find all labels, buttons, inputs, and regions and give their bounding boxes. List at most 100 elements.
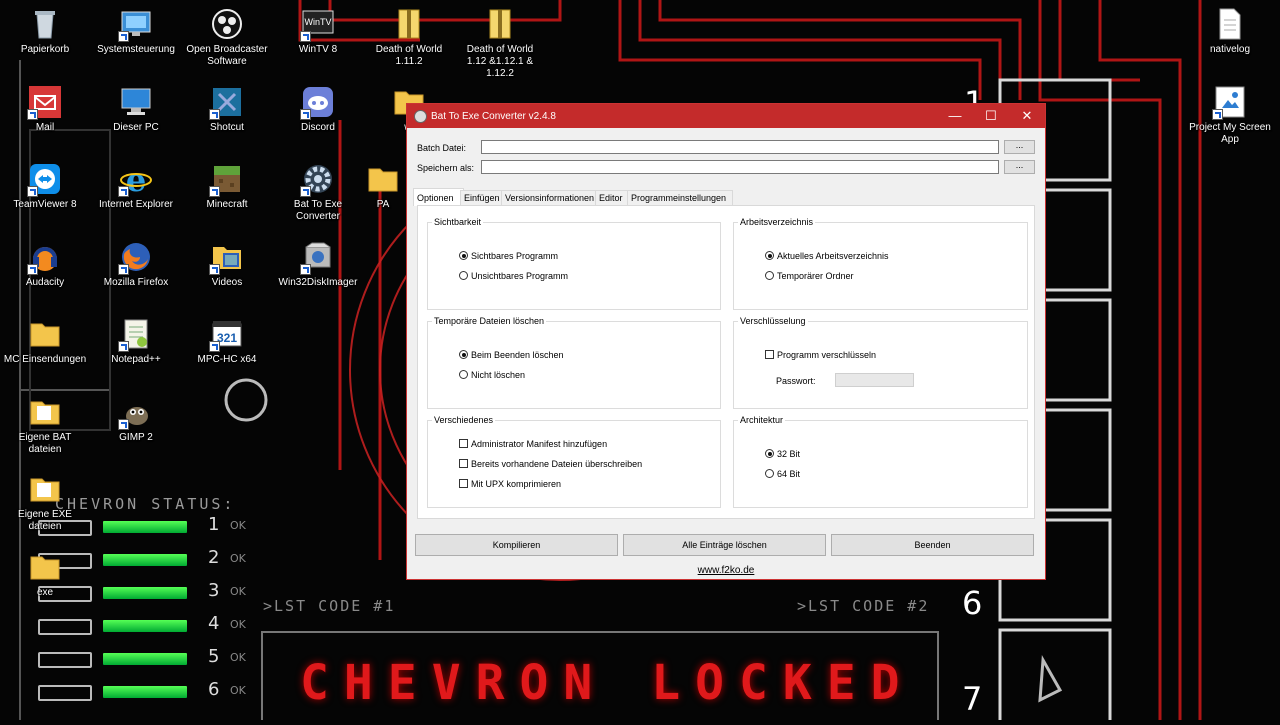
desktop-icon-audacity[interactable]: Audacity xyxy=(2,241,88,289)
maximize-button[interactable]: ☐ xyxy=(973,104,1009,128)
batch-file-label: Batch Datei: xyxy=(417,143,467,153)
shotcut-icon xyxy=(209,86,243,120)
window-title: Bat To Exe Converter v2.4.8 xyxy=(431,111,556,122)
group-title: Sichtbarkeit xyxy=(432,217,484,227)
svg-text:321: 321 xyxy=(217,331,237,345)
group-title: Verschlüsselung xyxy=(738,316,808,326)
desktop-icon-win32diskimager[interactable]: Win32DiskImager xyxy=(275,241,361,289)
website-link[interactable]: www.f2ko.de xyxy=(407,565,1045,576)
desktop-icon-exe[interactable]: exe xyxy=(2,551,88,599)
desktop-icon-firefox[interactable]: Mozilla Firefox xyxy=(93,241,179,289)
teamviewer-icon xyxy=(27,163,61,197)
desktop-icon-internet-explorer[interactable]: e Internet Explorer xyxy=(93,161,179,211)
desktop-icon-mail[interactable]: Mail xyxy=(2,86,88,134)
archive-icon xyxy=(484,8,516,40)
folder-icon xyxy=(29,551,61,583)
desktop-icon-gimp[interactable]: GIMP 2 xyxy=(93,396,179,444)
mpc-icon: 321 xyxy=(209,318,243,352)
group-encryption: Verschlüsselung Programm verschlüsseln P… xyxy=(733,316,1028,409)
project-screen-icon xyxy=(1212,86,1246,120)
radio-delete-on-exit[interactable] xyxy=(459,350,468,359)
side-number: 6 xyxy=(962,584,983,622)
desktop-icon-minecraft[interactable]: Minecraft xyxy=(184,163,270,211)
desktop-icon-teamviewer[interactable]: TeamViewer 8 xyxy=(2,163,88,211)
checkbox-upx[interactable] xyxy=(459,479,468,488)
clear-all-button[interactable]: Alle Einträge löschen xyxy=(623,534,826,556)
checkbox-encrypt[interactable] xyxy=(765,350,774,359)
desktop-icon-nativelog[interactable]: nativelog xyxy=(1187,8,1273,56)
radio-current-workdir[interactable] xyxy=(765,251,774,260)
folder-icon xyxy=(367,163,399,195)
desktop-icon-wintv[interactable]: WinTV WinTV 8 xyxy=(275,8,361,56)
title-bar[interactable]: Bat To Exe Converter v2.4.8 — ☐ ✕ xyxy=(407,104,1045,128)
status-row: 5 OK xyxy=(38,646,246,668)
batch-file-input[interactable] xyxy=(481,140,999,154)
desktop-icon-death-of-world-2[interactable]: Death of World 1.12 &1.12.1 & 1.12.2 xyxy=(457,8,543,80)
desktop-icon-eigene-bat[interactable]: Eigene BAT dateien xyxy=(2,396,88,456)
side-number: 7 xyxy=(962,680,983,718)
radio-label: Beim Beenden löschen xyxy=(471,350,564,360)
desktop-icon-obs[interactable]: Open Broadcaster Software xyxy=(184,8,270,68)
radio-temp-folder[interactable] xyxy=(765,271,774,280)
batch-browse-button[interactable]: ... xyxy=(1004,140,1035,154)
tab-versionsinformationen[interactable]: Versionsinformationen xyxy=(501,190,601,206)
close-button[interactable]: ✕ xyxy=(1009,104,1045,128)
video-folder-icon xyxy=(209,241,243,275)
desktop-icon-mc-einsendungen[interactable]: MC Einsendungen xyxy=(2,318,88,366)
desktop-icon-mpc-hc[interactable]: 321 MPC-HC x64 xyxy=(184,318,270,366)
group-title: Architektur xyxy=(738,415,786,425)
app-gear-icon xyxy=(414,110,427,123)
text-file-icon xyxy=(1214,8,1246,40)
gimp-icon xyxy=(118,396,152,430)
internet-explorer-icon: e xyxy=(118,161,152,199)
save-as-label: Speichern als: xyxy=(417,163,475,173)
status-row: 6 OK xyxy=(38,679,246,701)
checkbox-label: Administrator Manifest hinzufügen xyxy=(471,439,608,449)
compile-button[interactable]: Kompilieren xyxy=(415,534,618,556)
status-row: 4 OK xyxy=(38,613,246,635)
password-label: Passwort: xyxy=(776,376,816,386)
save-as-input[interactable] xyxy=(481,160,999,174)
group-visibility: Sichtbarkeit Sichtbares Programm Unsicht… xyxy=(427,217,721,310)
desktop-icon-bat-to-exe[interactable]: Bat To Exe Converter xyxy=(275,163,361,223)
desktop-icon-project-my-screen[interactable]: Project My Screen App xyxy=(1187,86,1273,146)
desktop-icon-notepad-plus[interactable]: Notepad++ xyxy=(93,318,179,366)
desktop-icon-death-of-world-1[interactable]: Death of World 1.11.2 xyxy=(366,8,452,68)
computer-icon xyxy=(120,86,152,118)
desktop-icon-control-panel[interactable]: Systemsteuerung xyxy=(93,8,179,56)
desktop-icon-shotcut[interactable]: Shotcut xyxy=(184,86,270,134)
desktop-icon-eigene-exe[interactable]: Eigene EXE dateien xyxy=(2,473,88,533)
group-title: Temporäre Dateien löschen xyxy=(432,316,547,326)
audacity-icon xyxy=(27,241,61,275)
radio-label: Unsichtbares Programm xyxy=(471,271,569,281)
save-browse-button[interactable]: ... xyxy=(1004,160,1035,174)
tab-optionen[interactable]: Optionen xyxy=(413,188,464,206)
exit-button[interactable]: Beenden xyxy=(831,534,1034,556)
group-architecture: Architektur 32 Bit 64 Bit xyxy=(733,415,1028,508)
desktop-icon-this-pc[interactable]: Dieser PC xyxy=(93,86,179,134)
recycle-bin-icon xyxy=(29,8,61,40)
svg-text:WinTV: WinTV xyxy=(305,17,332,27)
desktop-icon-discord[interactable]: Discord xyxy=(275,86,361,134)
group-misc: Verschiedenes Administrator Manifest hin… xyxy=(427,415,721,508)
radio-label: 64 Bit xyxy=(777,469,801,479)
desktop-icon-recycle-bin[interactable]: Papierkorb xyxy=(2,8,88,56)
minimize-button[interactable]: — xyxy=(937,104,973,128)
lst-code-1: >LST CODE #1 xyxy=(263,597,396,615)
desktop-icon-partial-pa[interactable]: PA xyxy=(358,163,408,211)
checkbox-label: Programm verschlüsseln xyxy=(777,350,877,360)
radio-64bit[interactable] xyxy=(765,469,774,478)
radio-32bit[interactable] xyxy=(765,449,774,458)
folder-icon xyxy=(29,396,61,428)
tab-einfuegen[interactable]: Einfügen xyxy=(460,190,504,206)
desktop-icon-videos[interactable]: Videos xyxy=(184,241,270,289)
password-input[interactable] xyxy=(835,373,914,387)
bat-to-exe-window: Bat To Exe Converter v2.4.8 — ☐ ✕ Batch … xyxy=(406,103,1046,580)
checkbox-overwrite[interactable] xyxy=(459,459,468,468)
disk-imager-icon xyxy=(300,241,334,275)
tab-programmeinstellungen[interactable]: Programmeinstellungen xyxy=(627,190,733,206)
radio-invisible-program[interactable] xyxy=(459,271,468,280)
radio-no-delete[interactable] xyxy=(459,370,468,379)
radio-visible-program[interactable] xyxy=(459,251,468,260)
checkbox-admin-manifest[interactable] xyxy=(459,439,468,448)
